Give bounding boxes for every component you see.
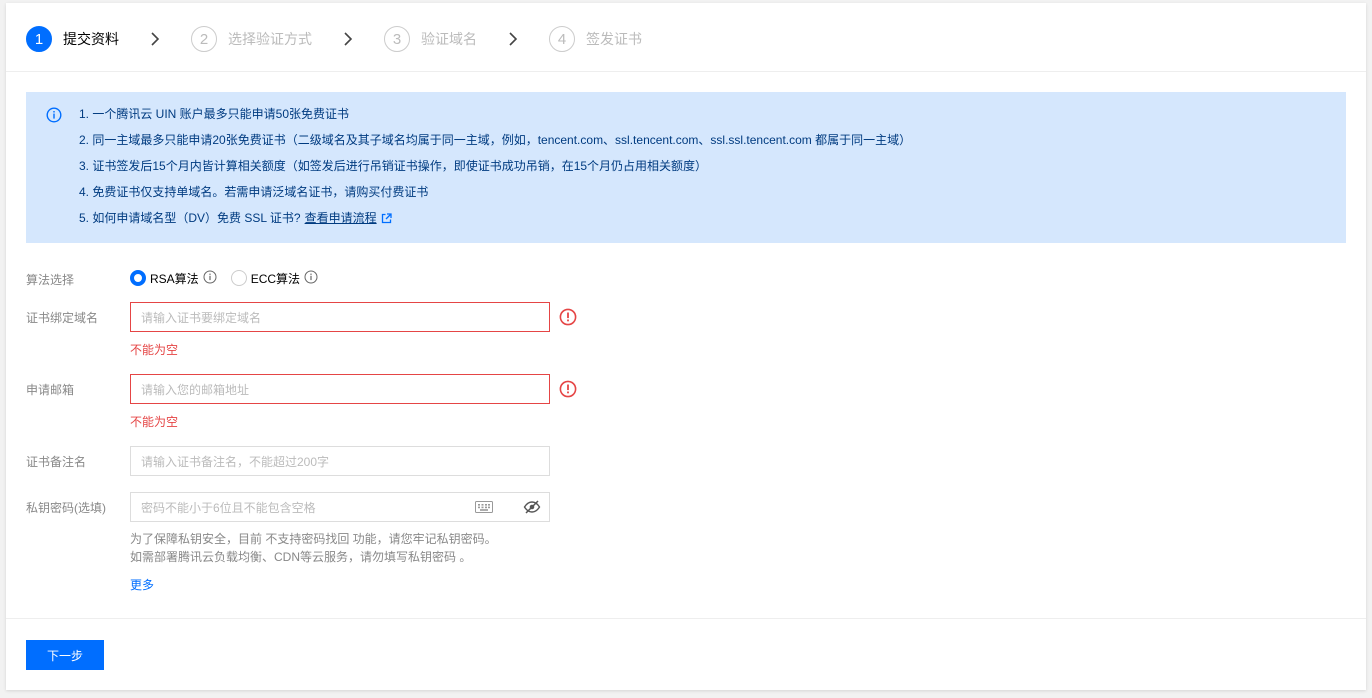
password-help-line: 为了保障私钥安全，目前 不支持密码找回 功能，请您牢记私钥密码。 — [130, 532, 497, 546]
radio-rsa[interactable]: RSA算法 — [130, 270, 217, 287]
remark-input[interactable]: 请输入证书备注名，不能超过200字 — [130, 446, 550, 476]
next-step-button[interactable]: 下一步 — [26, 640, 104, 670]
notice-box: 1. 一个腾讯云 UIN 账户最多只能申请50张免费证书 2. 同一主域最多只能… — [26, 92, 1346, 243]
divider — [6, 71, 1366, 72]
notice-line: 1. 一个腾讯云 UIN 账户最多只能申请50张免费证书 — [79, 107, 350, 121]
step-label: 签发证书 — [586, 31, 642, 47]
algorithm-label: 算法选择 — [26, 273, 75, 287]
password-label: 私钥密码(选填) — [26, 501, 106, 515]
step-label: 提交资料 — [63, 31, 119, 47]
divider — [6, 618, 1366, 619]
email-input[interactable]: 请输入您的邮箱地址 — [130, 374, 550, 404]
step-number: 1 — [26, 26, 52, 52]
error-icon — [559, 380, 577, 401]
keyboard-icon[interactable] — [475, 501, 493, 516]
password-placeholder: 密码不能小于6位且不能包含空格 — [141, 500, 316, 515]
domain-input[interactable]: 请输入证书要绑定域名 — [130, 302, 550, 332]
step-label: 选择验证方式 — [228, 31, 312, 47]
step-number: 2 — [191, 26, 217, 52]
radio-dot[interactable] — [130, 270, 146, 286]
radio-label: RSA算法 — [150, 271, 199, 286]
notice-line: 4. 免费证书仅支持单域名。若需申请泛域名证书，请购买付费证书 — [79, 185, 429, 199]
email-placeholder: 请输入您的邮箱地址 — [141, 382, 250, 397]
step-number: 3 — [384, 26, 410, 52]
algorithm-radio-group: RSA算法 ECC算法 — [130, 269, 332, 287]
chevron-right-icon — [145, 29, 165, 49]
radio-dot[interactable] — [230, 270, 247, 286]
info-icon — [46, 107, 62, 126]
email-error: 不能为空 — [130, 415, 179, 429]
password-help: 为了保障私钥安全，目前 不支持密码找回 功能，请您牢记私钥密码。 如需部署腾讯云… — [130, 530, 497, 566]
apply-process-link[interactable]: 查看申请流程 — [305, 211, 377, 225]
notice-line-5: 5. 如何申请域名型（DV）免费 SSL 证书? 查看申请流程 — [79, 208, 1346, 234]
notice-line-text: 5. 如何申请域名型（DV）免费 SSL 证书? — [79, 211, 301, 225]
step-number: 4 — [549, 26, 575, 52]
radio-label: ECC算法 — [250, 271, 301, 286]
chevron-right-icon — [503, 29, 523, 49]
password-help-line: 如需部署腾讯云负载均衡、CDN等云服务，请勿填写私钥密码 。 — [130, 550, 472, 564]
apply-certificate-panel: 1 提交资料 2 选择验证方式 3 验证域名 4 签发证书 1. 一个腾讯云 U… — [6, 3, 1366, 690]
step-3: 3 验证域名 — [384, 26, 477, 52]
password-input[interactable]: 密码不能小于6位且不能包含空格 — [130, 492, 550, 522]
domain-placeholder: 请输入证书要绑定域名 — [141, 310, 262, 325]
more-link[interactable]: 更多 — [130, 576, 154, 593]
external-link-icon[interactable] — [381, 210, 392, 230]
domain-label: 证书绑定域名 — [26, 311, 99, 325]
remark-placeholder: 请输入证书备注名，不能超过200字 — [141, 454, 330, 469]
step-4: 4 签发证书 — [549, 26, 642, 52]
step-1: 1 提交资料 — [26, 26, 119, 52]
step-indicator: 1 提交资料 2 选择验证方式 3 验证域名 4 签发证书 — [26, 25, 642, 53]
notice-line: 2. 同一主域最多只能申请20张免费证书（二级域名及其子域名均属于同一主域，例如… — [79, 133, 912, 147]
email-label: 申请邮箱 — [26, 383, 75, 397]
step-label: 验证域名 — [421, 31, 477, 47]
radio-ecc[interactable]: ECC算法 — [230, 270, 318, 287]
domain-error: 不能为空 — [130, 343, 179, 357]
help-icon[interactable] — [304, 270, 318, 287]
chevron-right-icon — [338, 29, 358, 49]
remark-label: 证书备注名 — [26, 455, 87, 469]
help-icon[interactable] — [203, 270, 217, 287]
step-2: 2 选择验证方式 — [191, 26, 312, 52]
error-icon — [559, 308, 577, 329]
notice-line: 3. 证书签发后15个月内皆计算相关额度（如签发后进行吊销证书操作，即使证书成功… — [79, 159, 708, 173]
eye-off-icon[interactable] — [523, 500, 541, 517]
